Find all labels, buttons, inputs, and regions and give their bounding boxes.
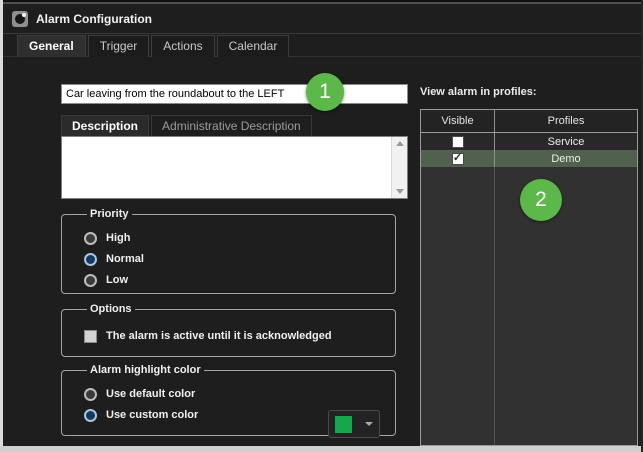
window-bottom-border [0, 446, 643, 452]
acknowledge-label[interactable]: The alarm is active until it is acknowle… [106, 330, 332, 342]
chevron-down-icon [365, 422, 373, 426]
tab-administrative-description[interactable]: Administrative Description [151, 115, 312, 137]
default-color-label[interactable]: Use default color [106, 388, 195, 400]
alarm-app-icon [12, 11, 28, 27]
scroll-up-icon[interactable] [395, 141, 404, 146]
options-groupbox: Options The alarm is active until it is … [61, 303, 396, 357]
alarm-name-input[interactable] [61, 84, 408, 104]
acknowledge-option[interactable]: The alarm is active until it is acknowle… [84, 329, 387, 343]
tab-calendar[interactable]: Calendar [216, 35, 290, 57]
titlebar-divider [3, 33, 643, 34]
column-header-profiles[interactable]: Profiles [495, 110, 637, 132]
visible-checkbox-service[interactable] [451, 135, 464, 148]
description-text[interactable] [62, 137, 391, 198]
tab-trigger[interactable]: Trigger [87, 35, 150, 57]
acknowledge-checkbox[interactable] [84, 329, 97, 343]
color-swatch [335, 415, 352, 433]
check-icon: ✓ [452, 152, 463, 164]
annotation-circle-1: 1 [306, 73, 344, 111]
options-legend: Options [90, 303, 132, 315]
radio-normal-label[interactable]: Normal [106, 253, 144, 265]
radio-low-label[interactable]: Low [106, 274, 128, 286]
priority-normal-option[interactable]: Normal [84, 252, 387, 266]
priority-legend: Priority [90, 208, 129, 220]
window-left-border [0, 0, 3, 452]
tab-actions[interactable]: Actions [151, 35, 215, 57]
window-title: Alarm Configuration [36, 12, 152, 26]
description-tabbar: Description Administrative Description [61, 115, 314, 137]
tab-general[interactable]: General [17, 35, 86, 57]
scroll-down-icon[interactable] [395, 189, 404, 194]
description-textarea[interactable] [61, 136, 408, 199]
radio-low[interactable] [84, 273, 97, 287]
radio-high-label[interactable]: High [106, 232, 130, 244]
alarm-configuration-dialog: Alarm Configuration General Trigger Acti… [0, 0, 643, 452]
titlebar: Alarm Configuration [3, 6, 641, 32]
default-color-option[interactable]: Use default color [84, 387, 387, 401]
custom-color-dropdown[interactable] [328, 410, 380, 438]
column-header-visible[interactable]: Visible [421, 110, 495, 132]
profiles-panel-label: View alarm in profiles: [420, 86, 537, 98]
visible-checkbox-demo[interactable]: ✓ [451, 152, 464, 165]
highlight-color-groupbox: Alarm highlight color Use default color … [61, 364, 396, 438]
table-row-service[interactable]: Service [421, 133, 637, 150]
radio-high[interactable] [84, 231, 97, 245]
textarea-scrollbar[interactable] [391, 137, 407, 198]
tab-description[interactable]: Description [61, 115, 150, 137]
profile-name-service[interactable]: Service [495, 133, 637, 150]
highlight-color-legend: Alarm highlight color [90, 364, 201, 376]
main-tabbar: General Trigger Actions Calendar [17, 35, 291, 57]
priority-high-option[interactable]: High [84, 231, 387, 245]
window-top-border-line [0, 2, 643, 4]
profile-name-demo[interactable]: Demo [495, 150, 637, 167]
annotation-circle-2: 2 [520, 179, 562, 221]
radio-custom-color[interactable] [84, 408, 97, 422]
profiles-table-header: Visible Profiles [421, 110, 637, 133]
radio-normal[interactable] [84, 252, 97, 266]
custom-color-label[interactable]: Use custom color [106, 409, 198, 421]
profiles-table: Visible Profiles Service ✓ Demo [420, 109, 638, 446]
priority-groupbox: Priority High Normal Low [61, 208, 396, 294]
radio-default-color[interactable] [84, 387, 97, 401]
table-row-demo[interactable]: ✓ Demo [421, 150, 637, 167]
priority-low-option[interactable]: Low [84, 273, 387, 287]
